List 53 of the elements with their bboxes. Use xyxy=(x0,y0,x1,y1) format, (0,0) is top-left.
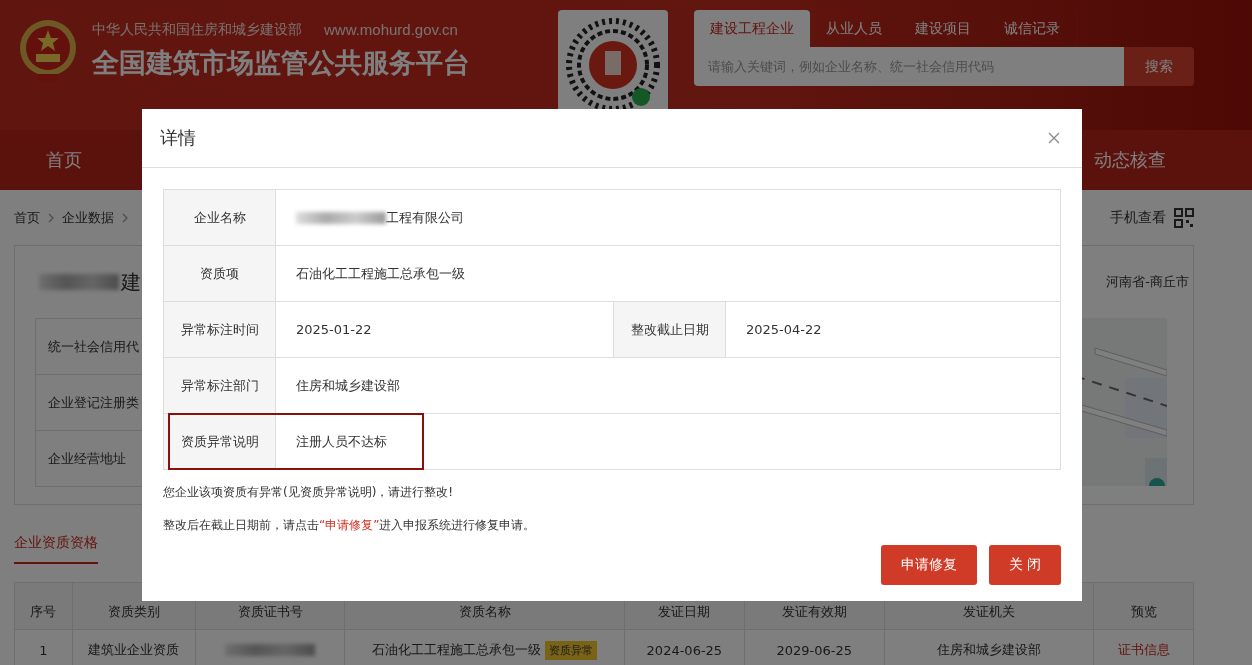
field-label: 资质异常说明 xyxy=(180,432,259,451)
table-cell: 2024-06-25 xyxy=(646,642,723,658)
field-label: 异常标注部门 xyxy=(180,376,259,395)
field-value: 注册人员不达标 xyxy=(296,432,387,451)
region-text: 河南省-商丘市 xyxy=(1105,273,1189,291)
column-header: 资质类别 xyxy=(107,603,160,621)
nav-link[interactable]: 首页 xyxy=(46,148,82,172)
close-icon[interactable] xyxy=(1048,132,1060,144)
table-cell: 住房和城乡建设部 xyxy=(936,641,1041,659)
repair-link[interactable]: “申请修复” xyxy=(319,518,380,532)
search-tab[interactable]: 建设工程企业 xyxy=(694,10,810,47)
table-cell: 石油化工工程施工总承包一级 xyxy=(372,641,542,659)
field-value: 住房和城乡建设部 xyxy=(296,376,400,395)
breadcrumb-link[interactable]: 企业数据 xyxy=(62,208,114,227)
mobile-view-link[interactable]: 手机查看 xyxy=(1110,208,1166,227)
column-header: 发证机关 xyxy=(962,603,1015,621)
status-badge: 资质异常 xyxy=(545,640,598,660)
column-header: 序号 xyxy=(30,603,57,621)
notice-text: 您企业该项资质有异常(见资质异常说明)，请进行整改! xyxy=(163,484,455,501)
site-url: www.mohurd.gov.cn xyxy=(324,21,458,39)
dialog-button[interactable]: 申请修复 xyxy=(880,545,977,585)
chevron-icon xyxy=(122,212,128,223)
search-button[interactable]: 搜索 xyxy=(1124,47,1194,86)
chevron-icon xyxy=(48,212,54,223)
column-header: 资质名称 xyxy=(458,603,511,621)
dialog-button[interactable]: 关 闭 xyxy=(988,545,1061,585)
field-label: 整改截止日期 xyxy=(630,320,709,339)
column-header: 预览 xyxy=(1130,603,1157,621)
field-value: 2025-04-22 xyxy=(746,322,822,337)
breadcrumb-link[interactable]: 首页 xyxy=(14,208,40,227)
section-tab[interactable]: 企业资质资格 xyxy=(14,523,98,564)
column-header: 发证有效期 xyxy=(781,603,847,621)
info-label: 企业经营地址 xyxy=(48,449,126,468)
site-title: 全国建筑市场监管公共服务平台 xyxy=(92,46,470,80)
info-label: 企业登记注册类 xyxy=(48,393,139,412)
field-label: 企业名称 xyxy=(193,208,246,227)
table-cell: 2029-06-25 xyxy=(776,642,852,658)
column-header: 发证日期 xyxy=(658,603,711,621)
field-value: 石油化工工程施工总承包一级 xyxy=(296,264,465,283)
ministry-name: 中华人民共和国住房和城乡建设部 xyxy=(92,21,302,39)
table-cell: 建筑业企业资质 xyxy=(88,641,180,659)
company-name: 建 xyxy=(121,268,141,296)
column-header: 资质证书号 xyxy=(237,603,303,621)
table-cell: 1 xyxy=(39,642,48,658)
field-value: 2025-01-22 xyxy=(296,322,372,337)
dialog-title: 详情 xyxy=(160,126,196,150)
nav-link[interactable]: 动态核查 xyxy=(1094,148,1166,172)
field-label: 资质项 xyxy=(200,264,239,283)
field-label: 异常标注时间 xyxy=(180,320,259,339)
certificate-link[interactable]: 证书信息 xyxy=(1117,641,1170,659)
instruction-text: 整改后在截止日期前，请点击“申请修复”进入申报系统进行修复申请。 xyxy=(163,517,537,534)
qr-code-icon xyxy=(1174,207,1194,228)
field-value: 工程有限公司 xyxy=(386,208,464,227)
